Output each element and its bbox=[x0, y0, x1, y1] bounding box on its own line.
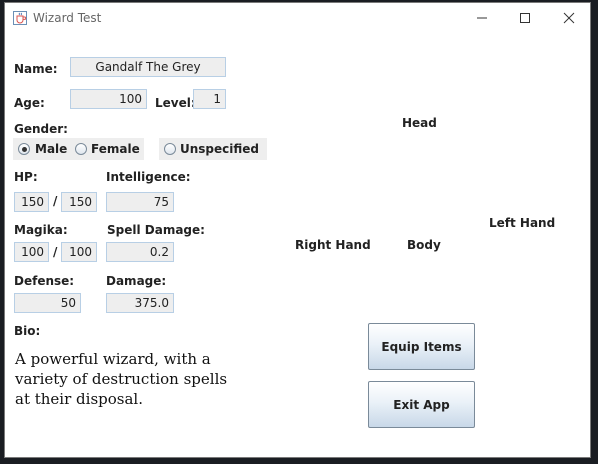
exit-app-button[interactable]: Exit App bbox=[368, 381, 475, 428]
radio-male[interactable] bbox=[18, 143, 30, 155]
gender-radio-group: Male Female bbox=[13, 138, 144, 160]
magika-separator: / bbox=[53, 245, 58, 259]
hp-current-field[interactable]: 150 bbox=[14, 192, 49, 212]
gender-label: Gender: bbox=[14, 122, 68, 136]
maximize-icon[interactable] bbox=[511, 7, 539, 29]
name-field[interactable]: Gandalf The Grey bbox=[70, 57, 226, 77]
hp-label: HP: bbox=[14, 170, 38, 184]
radio-female-label[interactable]: Female bbox=[91, 142, 140, 156]
radio-unspecified-label[interactable]: Unspecified bbox=[180, 142, 259, 156]
damage-field[interactable]: 375.0 bbox=[106, 293, 174, 313]
level-field[interactable]: 1 bbox=[193, 89, 226, 109]
age-label: Age: bbox=[14, 96, 45, 110]
radio-unspecified[interactable] bbox=[164, 143, 176, 155]
bio-text[interactable]: A powerful wizard, with a variety of des… bbox=[15, 349, 245, 409]
defense-label: Defense: bbox=[14, 274, 75, 288]
window-title: Wizard Test bbox=[33, 11, 102, 25]
hp-max-field[interactable]: 150 bbox=[61, 192, 97, 212]
spell-damage-field[interactable]: 0.2 bbox=[106, 242, 174, 262]
equip-head-label: Head bbox=[402, 116, 437, 130]
minimize-icon[interactable] bbox=[468, 7, 496, 29]
magika-max-field[interactable]: 100 bbox=[61, 242, 97, 262]
radio-female[interactable] bbox=[75, 143, 87, 155]
intelligence-field[interactable]: 75 bbox=[106, 192, 174, 212]
equip-body-label: Body bbox=[407, 238, 441, 252]
title-bar[interactable]: Wizard Test bbox=[5, 3, 590, 33]
magika-label: Magika: bbox=[14, 223, 68, 237]
name-label: Name: bbox=[14, 62, 58, 76]
intelligence-label: Intelligence: bbox=[106, 170, 191, 184]
bio-label: Bio: bbox=[14, 324, 41, 338]
equip-items-button[interactable]: Equip Items bbox=[368, 323, 475, 370]
spell-damage-label: Spell Damage: bbox=[107, 223, 205, 237]
app-window: Wizard Test Name: Gandalf The Grey Age: … bbox=[4, 2, 591, 458]
equip-left-hand-label: Left Hand bbox=[489, 216, 556, 230]
level-label: Level: bbox=[155, 96, 196, 110]
hp-separator: / bbox=[53, 194, 58, 208]
damage-label: Damage: bbox=[106, 274, 167, 288]
java-cup-icon bbox=[13, 11, 27, 25]
radio-male-label[interactable]: Male bbox=[35, 142, 67, 156]
close-icon[interactable] bbox=[555, 7, 583, 29]
age-field[interactable]: 100 bbox=[70, 89, 147, 109]
magika-current-field[interactable]: 100 bbox=[14, 242, 49, 262]
equip-right-hand-label: Right Hand bbox=[295, 238, 371, 252]
defense-field[interactable]: 50 bbox=[14, 293, 81, 313]
gender-unspecified-group: Unspecified bbox=[159, 138, 267, 160]
